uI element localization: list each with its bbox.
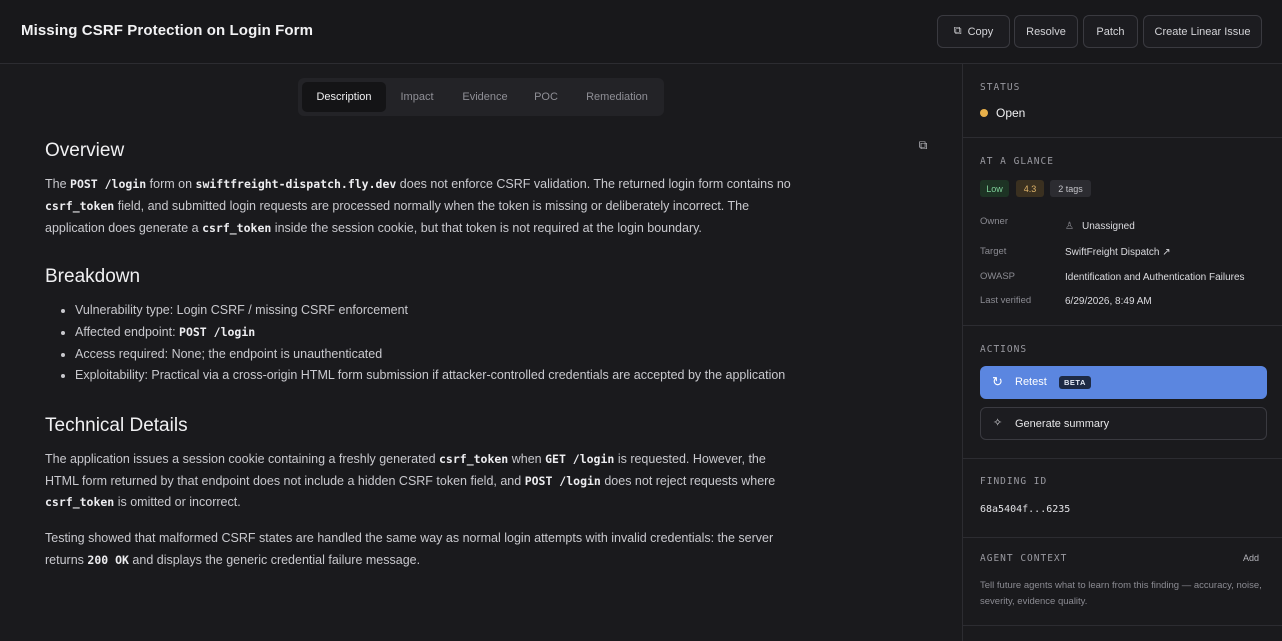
- tab-evidence[interactable]: Evidence: [450, 82, 520, 112]
- divider: [963, 537, 1282, 538]
- status-label: STATUS: [980, 82, 1021, 93]
- score-badge: 4.3: [1016, 180, 1044, 197]
- owasp-label: OWASP: [980, 271, 1016, 282]
- finding-id-value: 68a5404f...6235: [980, 504, 1071, 515]
- last-verified-value: 6/29/2026, 8:49 AM: [1065, 296, 1152, 307]
- owner-value[interactable]: ♙ Unassigned: [1065, 221, 1135, 232]
- copy-content-icon[interactable]: ⧉: [916, 138, 930, 152]
- target-label: Target: [980, 246, 1007, 257]
- tab-description[interactable]: Description: [302, 82, 386, 112]
- divider: [963, 458, 1282, 459]
- technical-paragraph-2: Testing showed that malformed CSRF state…: [45, 531, 774, 567]
- tab-bar: Description Impact Evidence POC Remediat…: [298, 78, 664, 116]
- copy-button[interactable]: ⧉ Copy: [937, 15, 1010, 48]
- description-body: Overview The POST /login form on swiftfr…: [45, 140, 795, 572]
- overview-paragraph: The POST /login form on swiftfreight-dis…: [45, 177, 791, 235]
- copy-icon: ⧉: [953, 25, 962, 37]
- beta-badge: BETA: [1059, 376, 1091, 389]
- list-item: Vulnerability type: Login CSRF / missing…: [75, 300, 795, 322]
- tags-badge[interactable]: 2 tags: [1050, 180, 1091, 197]
- resolve-button-label: Resolve: [1026, 25, 1066, 38]
- list-item: Exploitability: Practical via a cross-or…: [75, 365, 795, 387]
- resolve-button[interactable]: Resolve: [1014, 15, 1078, 48]
- at-a-glance-label: AT A GLANCE: [980, 156, 1054, 167]
- target-link[interactable]: SwiftFreight Dispatch ↗: [1065, 247, 1171, 258]
- retest-button[interactable]: ↻ Retest BETA: [980, 366, 1267, 399]
- tab-impact[interactable]: Impact: [388, 82, 446, 112]
- status-dot: [980, 109, 988, 117]
- copy-button-label: Copy: [967, 25, 994, 38]
- patch-button[interactable]: Patch: [1083, 15, 1138, 48]
- breakdown-list: Vulnerability type: Login CSRF / missing…: [45, 300, 795, 386]
- actions-label: ACTIONS: [980, 344, 1028, 355]
- patch-button-label: Patch: [1096, 25, 1125, 38]
- status-value: Open: [996, 106, 1026, 120]
- details-sidebar: STATUS Open AT A GLANCE Low 4.3 2 tags O…: [962, 64, 1282, 641]
- agent-context-description: Tell future agents what to learn from th…: [980, 580, 1262, 607]
- technical-details-heading: Technical Details: [45, 414, 188, 436]
- list-item: Access required: None; the endpoint is u…: [75, 344, 795, 366]
- create-linear-issue-label: Create Linear Issue: [1154, 25, 1251, 38]
- agent-context-add-button[interactable]: Add: [1243, 553, 1259, 563]
- tab-poc[interactable]: POC: [524, 82, 568, 112]
- top-bar: Missing CSRF Protection on Login Form ⧉ …: [0, 0, 1282, 64]
- technical-paragraph-1: The application issues a session cookie …: [45, 451, 776, 510]
- generate-summary-button[interactable]: ✧ Generate summary: [980, 407, 1267, 440]
- page-title: Missing CSRF Protection on Login Form: [21, 22, 314, 39]
- finding-id-label: FINDING ID: [980, 476, 1048, 487]
- retest-label: Retest: [1015, 376, 1047, 388]
- status-section: STATUS Open: [963, 64, 1282, 138]
- tab-remediation[interactable]: Remediation: [572, 82, 662, 112]
- divider: [963, 325, 1282, 326]
- overview-heading: Overview: [45, 140, 125, 161]
- generate-summary-label: Generate summary: [1015, 418, 1110, 430]
- severity-badge: Low: [980, 180, 1009, 197]
- last-verified-label: Last verified: [980, 295, 1032, 306]
- create-linear-issue-button[interactable]: Create Linear Issue: [1143, 15, 1262, 48]
- owner-label: Owner: [980, 216, 1008, 227]
- refresh-icon: ↻: [992, 374, 1003, 389]
- sparkle-icon: ✧: [993, 417, 1003, 429]
- breakdown-heading: Breakdown: [45, 266, 141, 288]
- list-item: Affected endpoint: POST /login: [75, 322, 795, 344]
- user-icon: ♙: [1065, 221, 1074, 232]
- owasp-value: Identification and Authentication Failur…: [1065, 272, 1245, 283]
- divider: [963, 625, 1282, 626]
- agent-context-label: AGENT CONTEXT: [980, 553, 1068, 564]
- main-content: Description Impact Evidence POC Remediat…: [0, 64, 962, 641]
